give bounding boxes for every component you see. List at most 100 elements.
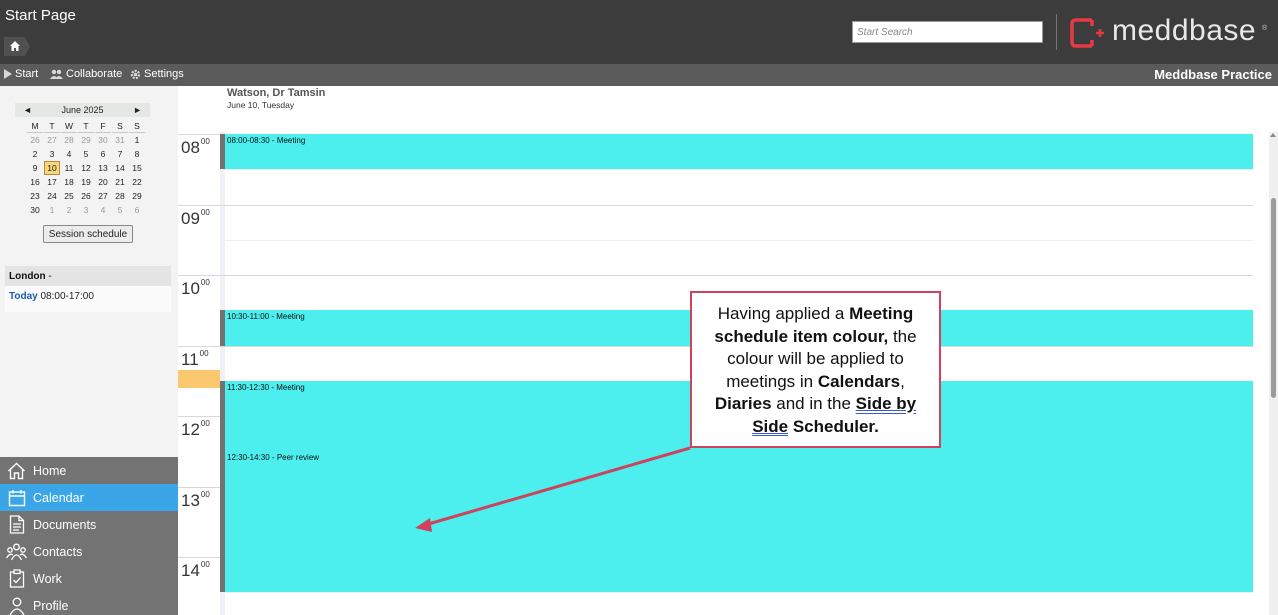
calendar-day[interactable]: 20 <box>95 175 111 189</box>
calendar-day[interactable]: 10 <box>44 161 60 175</box>
weekday-header: M <box>27 119 43 133</box>
event-label: 12:30-14:30 - Peer review <box>227 453 320 463</box>
nav-item-work[interactable]: Work <box>0 565 178 592</box>
calendar-day[interactable]: 1 <box>129 133 145 147</box>
calendar-day[interactable]: 16 <box>27 175 43 189</box>
hour-label: 1300 <box>181 490 210 511</box>
calendar-day[interactable]: 27 <box>95 189 111 203</box>
calendar-day[interactable]: 6 <box>95 147 111 161</box>
hour-minutes: 00 <box>199 348 209 358</box>
breadcrumb-home[interactable] <box>4 37 30 56</box>
calendar-day[interactable]: 5 <box>112 203 128 217</box>
calendar-day[interactable]: 24 <box>44 189 60 203</box>
calendar-icon <box>8 489 25 506</box>
hour-label: 1000 <box>181 278 210 299</box>
hour-minutes: 00 <box>200 207 210 217</box>
hour-minutes: 00 <box>200 137 210 146</box>
next-month-button[interactable]: ► <box>133 105 142 115</box>
calendar-day[interactable]: 19 <box>78 175 94 189</box>
hour-label: 1100 <box>181 348 209 370</box>
person-icon <box>8 597 25 615</box>
nav-item-calendar[interactable]: Calendar <box>0 484 178 511</box>
home-icon <box>8 462 25 479</box>
hour-number: 08 <box>181 138 200 157</box>
document-icon <box>9 515 24 534</box>
calendar-day[interactable]: 2 <box>61 203 77 217</box>
settings-menu-button[interactable]: Settings <box>130 68 184 80</box>
working-hours: 08:00-17:00 <box>37 291 94 302</box>
scrollbar-thumb[interactable] <box>1271 198 1276 398</box>
half-hour-gridline <box>225 169 1253 171</box>
calendar-day[interactable]: 29 <box>129 189 145 203</box>
hour-number: 13 <box>181 490 200 510</box>
calendar-day[interactable]: 9 <box>27 161 43 175</box>
calendar-day[interactable]: 4 <box>61 147 77 161</box>
weekday-header: S <box>112 119 128 133</box>
calendar-day[interactable]: 14 <box>112 161 128 175</box>
calendar-day[interactable]: 7 <box>112 147 128 161</box>
search-input[interactable] <box>852 21 1043 43</box>
calendar-day[interactable]: 2 <box>27 147 43 161</box>
hour-number: 10 <box>181 279 200 298</box>
calendar-day[interactable]: 1 <box>44 203 60 217</box>
collaborate-menu-button[interactable]: Collaborate <box>50 68 122 80</box>
scroll-up-icon[interactable] <box>1270 133 1276 137</box>
callout-text-11: Scheduler. <box>788 416 879 436</box>
calendar-day[interactable]: 8 <box>129 147 145 161</box>
calendar-day[interactable]: 22 <box>129 175 145 189</box>
nav-item-documents[interactable]: Documents <box>0 511 178 538</box>
start-menu-button[interactable]: Start <box>3 68 38 80</box>
hour-number: 12 <box>181 420 200 439</box>
toolbar: Start Collaborate Settings Meddbase Prac… <box>0 64 1278 86</box>
calendar-event[interactable]: 12:30-14:30 - Peer review <box>220 451 1253 593</box>
calendar-day[interactable]: 11 <box>61 161 77 175</box>
calendar-day[interactable]: 31 <box>112 133 128 147</box>
nav-label-home: Home <box>33 463 67 478</box>
calendar-day[interactable]: 30 <box>27 203 43 217</box>
hour-minutes: 00 <box>200 419 210 428</box>
calendar-day[interactable]: 27 <box>44 133 60 147</box>
callout-text-1: Having applied a <box>717 304 850 323</box>
vertical-scrollbar[interactable] <box>1269 132 1278 615</box>
calendar-day[interactable]: 26 <box>27 133 43 147</box>
resource-name: Watson, Dr Tamsin <box>227 87 326 99</box>
nav-label-documents: Documents <box>33 517 97 532</box>
calendar-event[interactable]: 08:00-08:30 - Meeting <box>220 134 1253 170</box>
calendar-day[interactable]: 3 <box>78 203 94 217</box>
calendar-day[interactable]: 21 <box>112 175 128 189</box>
calendar-day[interactable]: 25 <box>61 189 77 203</box>
calendar-day[interactable]: 26 <box>78 189 94 203</box>
calendar-day[interactable]: 13 <box>95 161 111 175</box>
event-label: 08:00-08:30 - Meeting <box>227 136 306 145</box>
calendar-day[interactable]: 28 <box>112 189 128 203</box>
calendar-day[interactable]: 4 <box>95 203 111 217</box>
meddbase-logo-icon <box>1070 18 1104 48</box>
calendar-day[interactable]: 28 <box>61 133 77 147</box>
calendar-day[interactable]: 23 <box>27 189 43 203</box>
hour-gridline <box>178 275 1253 276</box>
nav-item-home[interactable]: Home <box>0 457 178 484</box>
callout-text-4: Calendars <box>817 371 901 391</box>
hour-number: 09 <box>181 208 200 228</box>
today-link[interactable]: Today <box>9 291 38 302</box>
hour-label: 1400 <box>181 560 210 581</box>
logo-registered-mark: ® <box>1262 25 1268 32</box>
left-panel: ◄ June 2025 ► M T W T F S S 26 27 28 29 30 31 1 2 3 4 5 6 7… <box>0 86 178 457</box>
calendar-day[interactable]: 30 <box>95 133 111 147</box>
calendar-day[interactable]: 12 <box>78 161 94 175</box>
nav-item-contacts[interactable]: Contacts <box>0 538 178 565</box>
prev-month-button[interactable]: ◄ <box>23 105 32 115</box>
half-hour-gridline <box>225 592 1253 594</box>
calendar-day[interactable]: 3 <box>44 147 60 161</box>
hour-label: 1200 <box>181 419 210 440</box>
session-schedule-button[interactable]: Session schedule <box>43 225 133 243</box>
hour-number: 14 <box>181 561 200 580</box>
nav-item-profile[interactable]: Profile <box>0 592 178 615</box>
calendar-day[interactable]: 5 <box>78 147 94 161</box>
calendar-day[interactable]: 18 <box>61 175 77 189</box>
product-name: Meddbase Practice <box>1154 67 1272 82</box>
calendar-day[interactable]: 29 <box>78 133 94 147</box>
calendar-day[interactable]: 17 <box>44 175 60 189</box>
calendar-day[interactable]: 6 <box>129 203 145 217</box>
calendar-day[interactable]: 15 <box>129 161 145 175</box>
